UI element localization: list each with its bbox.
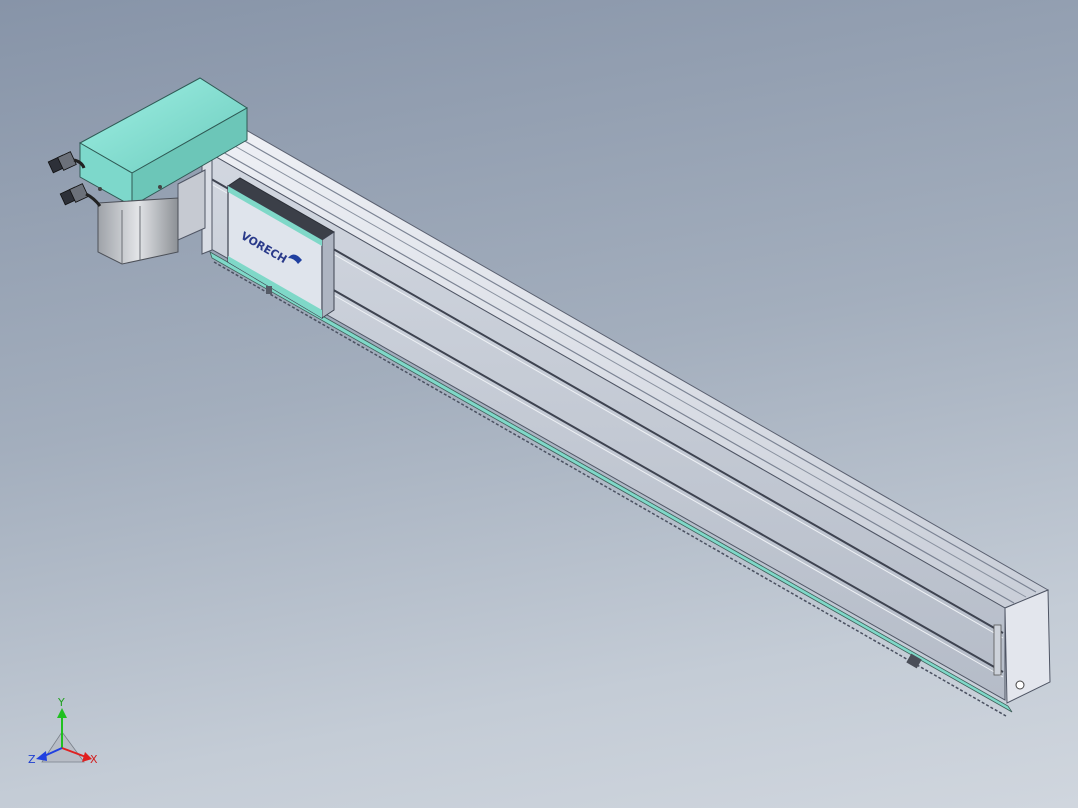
profile-groove <box>225 140 1027 598</box>
cover-screw <box>158 185 162 189</box>
carriage-bolt <box>266 286 272 294</box>
graphics-viewport[interactable]: VORECH Y X Z <box>0 0 1078 808</box>
motor-body <box>97 197 179 265</box>
profile-bottom-edge <box>213 261 1007 717</box>
end-cap <box>1004 589 1051 704</box>
triad-x-label: X <box>90 753 98 766</box>
coordinate-triad: Y X Z <box>28 696 98 766</box>
linear-module[interactable] <box>201 129 1051 717</box>
profile-slot <box>329 292 1004 678</box>
carriage-side <box>321 231 335 319</box>
triad-y-arrow <box>57 708 67 718</box>
triad-z-arrow <box>36 751 47 761</box>
profile-bottom-strip <box>209 251 1013 713</box>
triad-y-label: Y <box>57 696 65 709</box>
coupling-block <box>177 169 206 241</box>
profile-groove <box>213 146 1015 604</box>
model-scene[interactable]: VORECH Y X Z <box>0 0 1078 808</box>
end-cap-hole <box>1015 680 1025 690</box>
cable-connector-lower <box>59 183 102 207</box>
triad-z-label: Z <box>28 753 36 766</box>
profile-groove <box>235 135 1037 593</box>
end-cap-plate <box>993 624 1002 676</box>
cover-screw <box>98 187 102 191</box>
profile-slot <box>329 287 1004 673</box>
cable-connector-upper <box>47 151 86 174</box>
